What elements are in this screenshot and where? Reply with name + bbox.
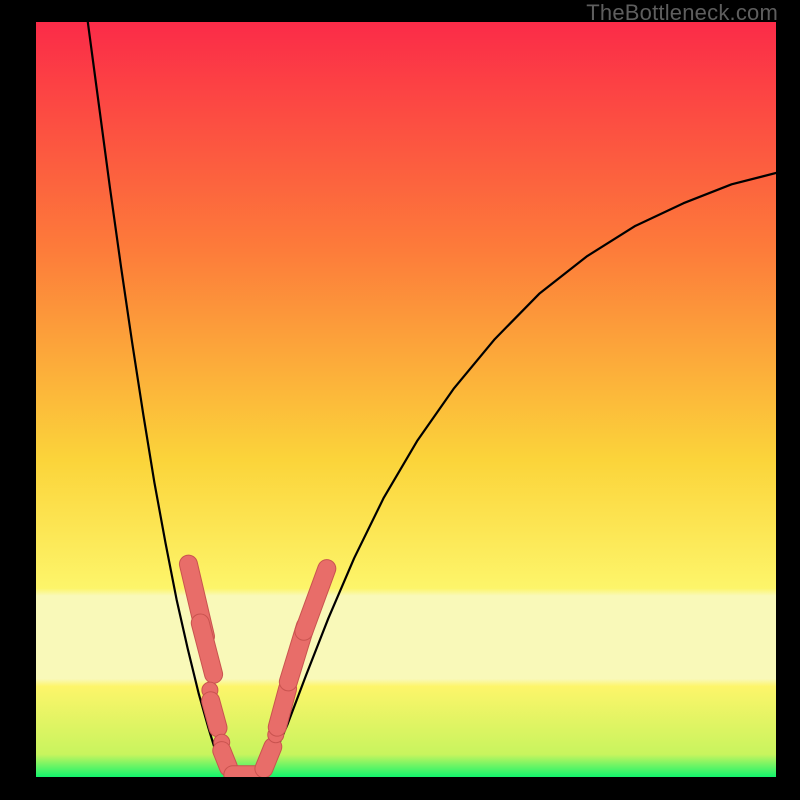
gradient-background <box>36 22 776 777</box>
chart-frame: TheBottleneck.com <box>0 0 800 800</box>
plot-area <box>36 22 776 777</box>
data-marker <box>277 689 287 728</box>
chart-svg <box>36 22 776 777</box>
data-marker <box>264 747 273 769</box>
data-marker <box>222 751 229 768</box>
data-marker <box>211 701 218 728</box>
